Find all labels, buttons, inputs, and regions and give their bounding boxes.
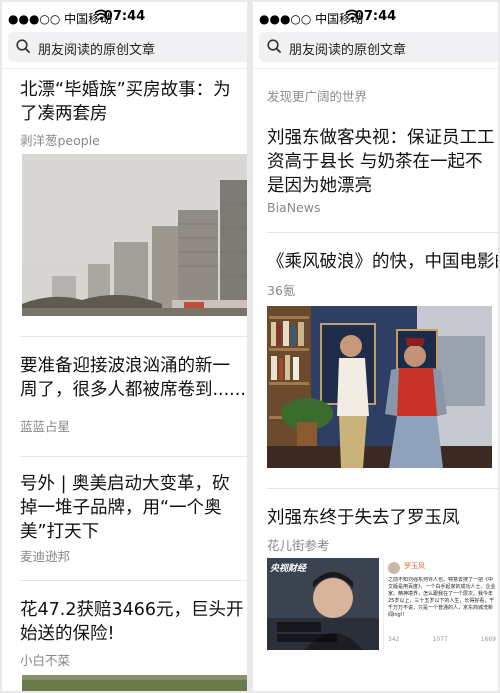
divider bbox=[253, 68, 498, 69]
article-title: 刘强东做客央视：保证员工工资高于县长 与奶茶在一起不是因为她漂亮 bbox=[267, 128, 495, 196]
clock: 07:44 bbox=[103, 9, 146, 24]
article-title: 号外 | 奥美启动大变革，砍掉一堆子品牌，用“一个奥美”打天下 bbox=[20, 474, 230, 542]
divider bbox=[267, 232, 498, 233]
search-icon bbox=[267, 39, 282, 58]
article-title: 花47.2获赔3466元，巨头开始送的保险! bbox=[20, 600, 244, 644]
article-item[interactable]: 号外 | 奥美启动大变革，砍掉一堆子品牌，用“一个奥美”打天下 麦迪逊邦 bbox=[20, 472, 247, 565]
status-bar: ●●●○○ 中国移动 07:44 bbox=[253, 2, 498, 32]
divider bbox=[20, 336, 247, 337]
search-bar[interactable]: 朋友阅读的原创文章 bbox=[8, 32, 247, 62]
status-bar: ●●●○○ 中国移动 07:44 bbox=[2, 2, 247, 32]
article-thumbnail[interactable] bbox=[22, 154, 247, 316]
article-source: BiaNews bbox=[267, 200, 321, 215]
article-item[interactable]: 刘强东终于失去了罗玉凤 花儿街参考 bbox=[267, 506, 498, 554]
article-title: 刘强东终于失去了罗玉凤 bbox=[267, 508, 460, 528]
clock: 07:44 bbox=[354, 9, 397, 24]
article-thumbnail[interactable] bbox=[267, 306, 492, 468]
right-phone-screen: ●●●○○ 中国移动 07:44 朋友阅读的原创文章 发现更广阔的世界 刘强东做… bbox=[253, 2, 498, 691]
avatar bbox=[388, 562, 400, 574]
search-bar[interactable]: 朋友阅读的原创文章 bbox=[259, 32, 498, 62]
repost-count: 342 bbox=[388, 636, 400, 643]
article-thumbnail[interactable] bbox=[22, 675, 247, 691]
search-icon bbox=[16, 39, 31, 58]
video-overlay-text: 央视财经 bbox=[270, 564, 307, 574]
article-item[interactable]: 《乘风破浪》的快，中国电影的慢 36氪 bbox=[267, 250, 498, 299]
weibo-post-thumbnail[interactable]: 罗玉凤 之前不知刘强东何许人也。特意去搜了一把《中文版是用百度》，一个白手起家的… bbox=[383, 558, 498, 650]
article-item[interactable]: 北漂“毕婚族”买房故事：为了凑两套房 剥洋葱people bbox=[20, 78, 247, 149]
divider bbox=[2, 68, 247, 69]
like-count: 1669 bbox=[480, 636, 496, 643]
video-thumbnail[interactable]: 央视财经 bbox=[267, 558, 379, 650]
divider bbox=[20, 580, 247, 581]
left-phone-screen: ●●●○○ 中国移动 07:44 朋友阅读的原创文章 北漂“毕婚族”买房故事：为… bbox=[2, 2, 247, 691]
discover-hint: 发现更广阔的世界 bbox=[267, 89, 368, 104]
article-item[interactable]: 刘强东做客央视：保证员工工资高于县长 与奶茶在一起不是因为她漂亮 BiaNews bbox=[267, 126, 498, 215]
divider bbox=[20, 456, 247, 457]
article-source: 36氪 bbox=[267, 283, 296, 298]
article-item[interactable]: 要准备迎接波浪汹涌的新一周了，很多人都被席卷到...... 蓝蓝占星 bbox=[20, 354, 247, 435]
article-title: 《乘风破浪》的快，中国电影的慢 bbox=[267, 252, 498, 272]
article-source: 麦迪逊邦 bbox=[20, 549, 71, 564]
article-item[interactable]: 花47.2获赔3466元，巨头开始送的保险! 小白不菜 bbox=[20, 598, 247, 669]
weibo-text: 之前不知刘强东何许人也。特意去搜了一把《中文版是用百度》，一个白手起家的成功人士… bbox=[388, 577, 496, 618]
article-source: 花儿街参考 bbox=[267, 538, 330, 553]
article-title: 要准备迎接波浪汹涌的新一周了，很多人都被席卷到...... bbox=[20, 356, 246, 400]
article-source: 蓝蓝占星 bbox=[20, 419, 71, 434]
article-source: 小白不菜 bbox=[20, 653, 71, 668]
search-query: 朋友阅读的原创文章 bbox=[289, 43, 407, 58]
search-query: 朋友阅读的原创文章 bbox=[38, 43, 156, 58]
article-title: 北漂“毕婚族”买房故事：为了凑两套房 bbox=[20, 80, 231, 124]
weibo-stats: 342 1077 1669 bbox=[388, 636, 496, 643]
article-source: 剥洋葱people bbox=[20, 133, 100, 148]
weibo-username: 罗玉凤 bbox=[404, 562, 425, 570]
comment-count: 1077 bbox=[432, 636, 448, 643]
divider bbox=[267, 488, 498, 489]
